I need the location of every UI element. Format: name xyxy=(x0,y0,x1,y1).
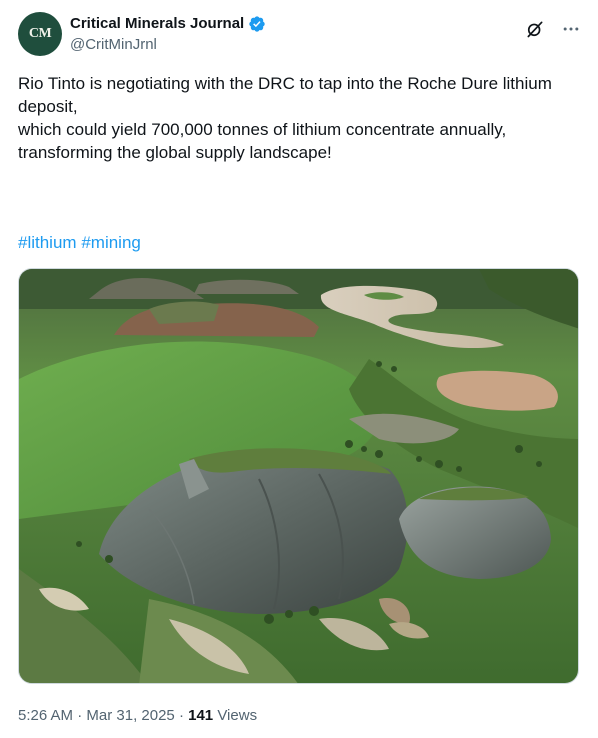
grok-icon[interactable] xyxy=(524,18,546,40)
tweet-date[interactable]: Mar 31, 2025 xyxy=(86,707,174,724)
author-handle[interactable]: @CritMinJrnl xyxy=(70,35,266,55)
tweet-line: Rio Tinto is negotiating with the DRC to… xyxy=(18,74,552,116)
views-count: 141 xyxy=(188,707,214,724)
top-actions xyxy=(524,18,582,40)
tweet-header: CM Critical Minerals Journal @CritMinJrn… xyxy=(18,12,582,60)
avatar[interactable]: CM xyxy=(18,12,62,56)
verified-badge-icon xyxy=(248,15,266,33)
tweet-meta: 5:26 AM · Mar 31, 2025 · 141 Views xyxy=(18,706,257,726)
author-info: Critical Minerals Journal @CritMinJrnl xyxy=(70,15,266,55)
display-name[interactable]: Critical Minerals Journal xyxy=(70,15,244,33)
aerial-mining-landscape-image xyxy=(19,269,578,683)
hashtag-lithium[interactable]: #lithium xyxy=(18,233,77,252)
hashtag-mining[interactable]: #mining xyxy=(81,233,141,252)
tweet-text: Rio Tinto is negotiating with the DRC to… xyxy=(18,72,578,164)
meta-separator: · xyxy=(178,707,184,724)
tweet-photo[interactable] xyxy=(18,268,579,684)
avatar-monogram: CM xyxy=(28,26,52,41)
tweet-time[interactable]: 5:26 AM xyxy=(18,707,73,724)
views-label: Views xyxy=(217,707,258,724)
name-row: Critical Minerals Journal xyxy=(70,15,266,33)
meta-separator: · xyxy=(77,707,83,724)
tweet-line: which could yield 700,000 tonnes of lith… xyxy=(18,120,507,139)
more-icon[interactable] xyxy=(560,18,582,40)
hashtags: #lithium #mining xyxy=(18,231,141,254)
tweet-line: transforming the global supply landscape… xyxy=(18,143,332,162)
